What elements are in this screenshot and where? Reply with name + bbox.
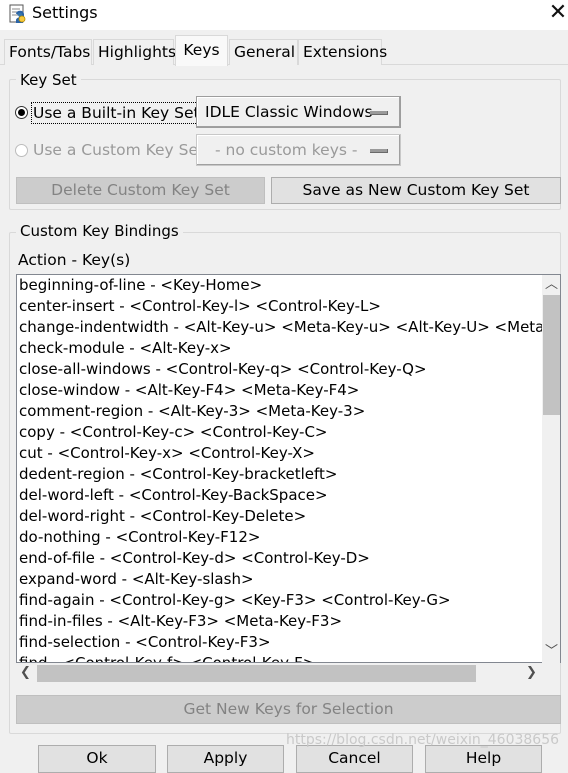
apply-button[interactable]: Apply (167, 745, 284, 773)
ok-button[interactable]: Ok (38, 745, 156, 773)
window-title: Settings (32, 3, 98, 22)
list-item[interactable]: find-again - <Control-Key-g> <Key-F3> <C… (19, 590, 451, 611)
list-item[interactable]: find - <Control-Key-f> <Control-Key-F> (19, 653, 315, 662)
custom-key-set-radio[interactable] (15, 144, 28, 157)
list-item[interactable]: del-word-right - <Control-Key-Delete> (19, 506, 306, 527)
menu-indicator-icon (370, 149, 388, 153)
custom-key-set-label[interactable]: Use a Custom Key Set (33, 140, 204, 160)
list-item[interactable]: change-indentwidth - <Alt-Key-u> <Meta-K… (19, 317, 550, 338)
get-new-keys-button[interactable]: Get New Keys for Selection (16, 695, 561, 724)
tab-general[interactable]: General (229, 39, 298, 65)
scroll-up-icon[interactable]: ︿ (545, 278, 558, 292)
cancel-button[interactable]: Cancel (296, 745, 413, 773)
list-item[interactable]: comment-region - <Alt-Key-3> <Meta-Key-3… (19, 401, 365, 422)
python-idle-icon (9, 4, 26, 23)
close-icon[interactable]: ✕ (548, 1, 568, 27)
title-bar: Settings ✕ (0, 0, 568, 30)
key-set-legend: Key Set (16, 71, 81, 89)
tab-highlights[interactable]: Highlights (93, 39, 176, 65)
tab-extensions[interactable]: Extensions (298, 39, 387, 65)
scroll-down-icon[interactable]: ﹀ (545, 645, 558, 659)
list-item[interactable]: beginning-of-line - <Key-Home> (19, 275, 262, 296)
tab-bar: Fonts/Tabs Highlights Keys General Exten… (0, 30, 568, 66)
list-item[interactable]: end-of-file - <Control-Key-d> <Control-K… (19, 548, 370, 569)
bindings-header: Action - Key(s) (18, 251, 131, 269)
list-item[interactable]: find-selection - <Control-Key-F3> (19, 632, 271, 653)
builtin-key-set-value: IDLE Classic Windows (205, 103, 373, 121)
tab-keys[interactable]: Keys (175, 35, 228, 66)
list-item[interactable]: dedent-region - <Control-Key-bracketleft… (19, 464, 338, 485)
list-item[interactable]: close-window - <Alt-Key-F4> <Meta-Key-F4… (19, 380, 359, 401)
list-item[interactable]: cut - <Control-Key-x> <Control-Key-X> (19, 443, 315, 464)
builtin-key-set-label[interactable]: Use a Built-in Key Set (31, 102, 202, 124)
custom-key-set-menu[interactable]: - no custom keys - (196, 134, 401, 166)
list-item[interactable]: copy - <Control-Key-c> <Control-Key-C> (19, 422, 328, 443)
delete-custom-key-set-button[interactable]: Delete Custom Key Set (16, 177, 265, 204)
list-item[interactable]: check-module - <Alt-Key-x> (19, 338, 232, 359)
list-item[interactable]: close-all-windows - <Control-Key-q> <Con… (19, 359, 427, 380)
builtin-key-set-radio[interactable] (15, 106, 28, 119)
custom-key-set-value: - no custom keys - (215, 141, 358, 159)
menu-indicator-icon (370, 111, 388, 115)
list-item[interactable]: expand-word - <Alt-Key-slash> (19, 569, 254, 590)
vertical-scroll-thumb[interactable] (543, 295, 560, 415)
horizontal-scroll-thumb[interactable] (37, 665, 476, 682)
list-item[interactable]: center-insert - <Control-Key-l> <Control… (19, 296, 381, 317)
custom-key-bindings-legend: Custom Key Bindings (16, 222, 183, 240)
save-new-custom-key-set-button[interactable]: Save as New Custom Key Set (271, 177, 561, 204)
list-item[interactable]: del-word-left - <Control-Key-BackSpace> (19, 485, 328, 506)
tab-fonts-tabs[interactable]: Fonts/Tabs (4, 39, 92, 65)
key-bindings-list[interactable]: beginning-of-line - <Key-Home> center-in… (16, 274, 561, 663)
help-button[interactable]: Help (425, 745, 542, 773)
list-item[interactable]: do-nothing - <Control-Key-F12> (19, 527, 260, 548)
scroll-right-icon[interactable]: ❯ (526, 666, 537, 680)
builtin-key-set-menu[interactable]: IDLE Classic Windows (196, 96, 401, 128)
watermark: https://blog.csdn.net/weixin_46038656 (286, 732, 560, 748)
scroll-left-icon[interactable]: ❮ (20, 666, 31, 680)
list-item[interactable]: find-in-files - <Alt-Key-F3> <Meta-Key-F… (19, 611, 342, 632)
